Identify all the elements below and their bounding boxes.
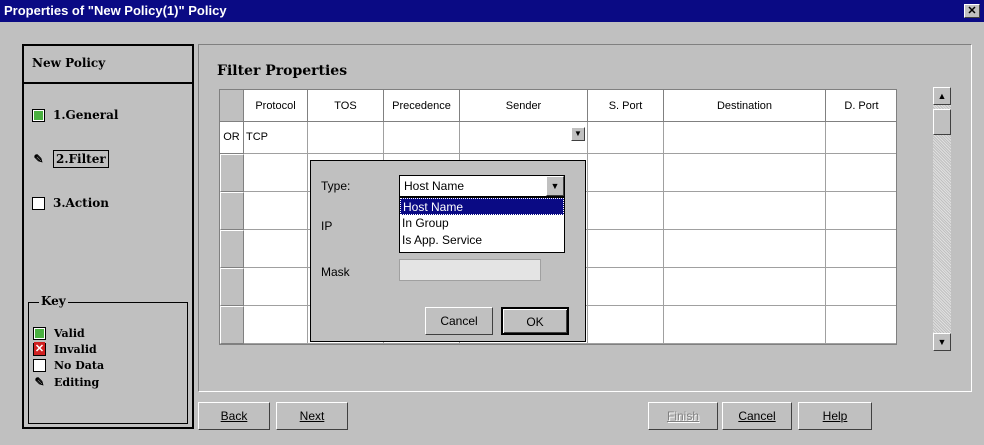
cell-sport[interactable]: [588, 122, 664, 154]
step-filter-label: 2.Filter: [53, 150, 109, 168]
chevron-down-icon[interactable]: ▼: [571, 127, 585, 141]
col-header-protocol[interactable]: Protocol: [244, 90, 308, 122]
col-header-tos[interactable]: TOS: [308, 90, 384, 122]
help-button-label: Help: [822, 409, 848, 423]
key-invalid-label: Invalid: [54, 343, 97, 356]
key-valid-label: Valid: [54, 327, 85, 340]
step-general-label: 1.General: [53, 108, 119, 122]
key-legend: Key Valid Invalid No Data ✎ Editing: [28, 294, 188, 424]
finish-button[interactable]: Finish: [648, 402, 718, 430]
type-select[interactable]: Host Name ▼: [399, 175, 565, 197]
cell-tos[interactable]: [308, 122, 384, 154]
sender-type-popup: Type: Host Name ▼ Host Name In Group Is …: [310, 160, 586, 342]
empty-box-icon: [32, 196, 45, 210]
window-titlebar[interactable]: Properties of "New Policy(1)" Policy ✕: [0, 0, 984, 22]
popup-cancel-button[interactable]: Cancel: [425, 307, 493, 335]
row-or-label: OR: [220, 122, 244, 154]
pencil-icon: ✎: [33, 152, 44, 166]
corner-cell: [220, 90, 244, 122]
cell-protocol[interactable]: TCP: [244, 122, 308, 154]
col-header-sport[interactable]: S. Port: [588, 90, 664, 122]
mask-field[interactable]: [399, 259, 541, 281]
ip-label: IP: [321, 219, 333, 233]
next-button[interactable]: Next: [276, 402, 348, 430]
next-button-label: Next: [299, 409, 325, 423]
key-nodata-label: No Data: [54, 359, 105, 372]
row-header[interactable]: [220, 230, 244, 268]
cell-precedence[interactable]: [384, 122, 460, 154]
row-header[interactable]: [220, 154, 244, 192]
key-title: Key: [39, 294, 68, 308]
close-icon[interactable]: ✕: [964, 4, 980, 18]
vertical-scrollbar[interactable]: ▲ ▼: [933, 87, 951, 351]
col-header-destination[interactable]: Destination: [664, 90, 826, 122]
col-header-dport[interactable]: D. Port: [826, 90, 896, 122]
cell-dport[interactable]: [826, 122, 896, 154]
key-item-invalid: Invalid: [33, 342, 97, 356]
cell-sender[interactable]: ▼: [460, 122, 588, 154]
option-host-name[interactable]: Host Name: [400, 198, 564, 215]
step-filter[interactable]: ✎ 2.Filter: [32, 150, 109, 168]
finish-button-label: Finish: [666, 409, 699, 423]
type-dropdown-list[interactable]: Host Name In Group Is App. Service: [399, 197, 565, 253]
row-header[interactable]: [220, 306, 244, 344]
col-header-sender[interactable]: Sender: [460, 90, 588, 122]
valid-check-icon: [33, 327, 46, 340]
key-item-valid: Valid: [33, 327, 85, 340]
option-is-app-service[interactable]: Is App. Service: [400, 232, 564, 249]
step-action[interactable]: 3.Action: [32, 196, 109, 210]
row-header[interactable]: [220, 192, 244, 230]
key-item-editing: ✎ Editing: [33, 375, 99, 389]
cancel-button[interactable]: Cancel: [722, 402, 792, 430]
type-select-value: Host Name: [404, 179, 465, 193]
step-action-label: 3.Action: [53, 196, 109, 210]
chevron-down-icon[interactable]: ▼: [546, 176, 564, 196]
empty-box-icon: [33, 359, 46, 372]
scroll-thumb[interactable]: [933, 109, 951, 135]
row-header[interactable]: [220, 268, 244, 306]
type-label: Type:: [321, 179, 351, 193]
mask-label: Mask: [321, 265, 350, 279]
back-button[interactable]: Back: [198, 402, 270, 430]
page-title: Filter Properties: [217, 63, 348, 79]
step-general[interactable]: 1.General: [32, 108, 118, 122]
help-button[interactable]: Help: [798, 402, 872, 430]
option-in-group[interactable]: In Group: [400, 215, 564, 232]
invalid-x-icon: [33, 342, 46, 356]
key-item-nodata: No Data: [33, 359, 104, 372]
cancel-button-label: Cancel: [738, 409, 776, 423]
valid-check-icon: [32, 108, 45, 122]
cell-destination[interactable]: [664, 122, 826, 154]
scroll-up-icon[interactable]: ▲: [933, 87, 951, 105]
scroll-down-icon[interactable]: ▼: [933, 333, 951, 351]
policy-name: New Policy: [24, 46, 192, 84]
col-header-precedence[interactable]: Precedence: [384, 90, 460, 122]
wizard-steps-panel: New Policy 1.General ✎ 2.Filter 3.Action…: [22, 44, 194, 429]
key-editing-label: Editing: [54, 375, 100, 389]
popup-ok-button[interactable]: OK: [501, 307, 569, 335]
pencil-icon: ✎: [34, 375, 45, 389]
back-button-label: Back: [220, 409, 248, 423]
window-title: Properties of "New Policy(1)" Policy: [4, 3, 227, 18]
